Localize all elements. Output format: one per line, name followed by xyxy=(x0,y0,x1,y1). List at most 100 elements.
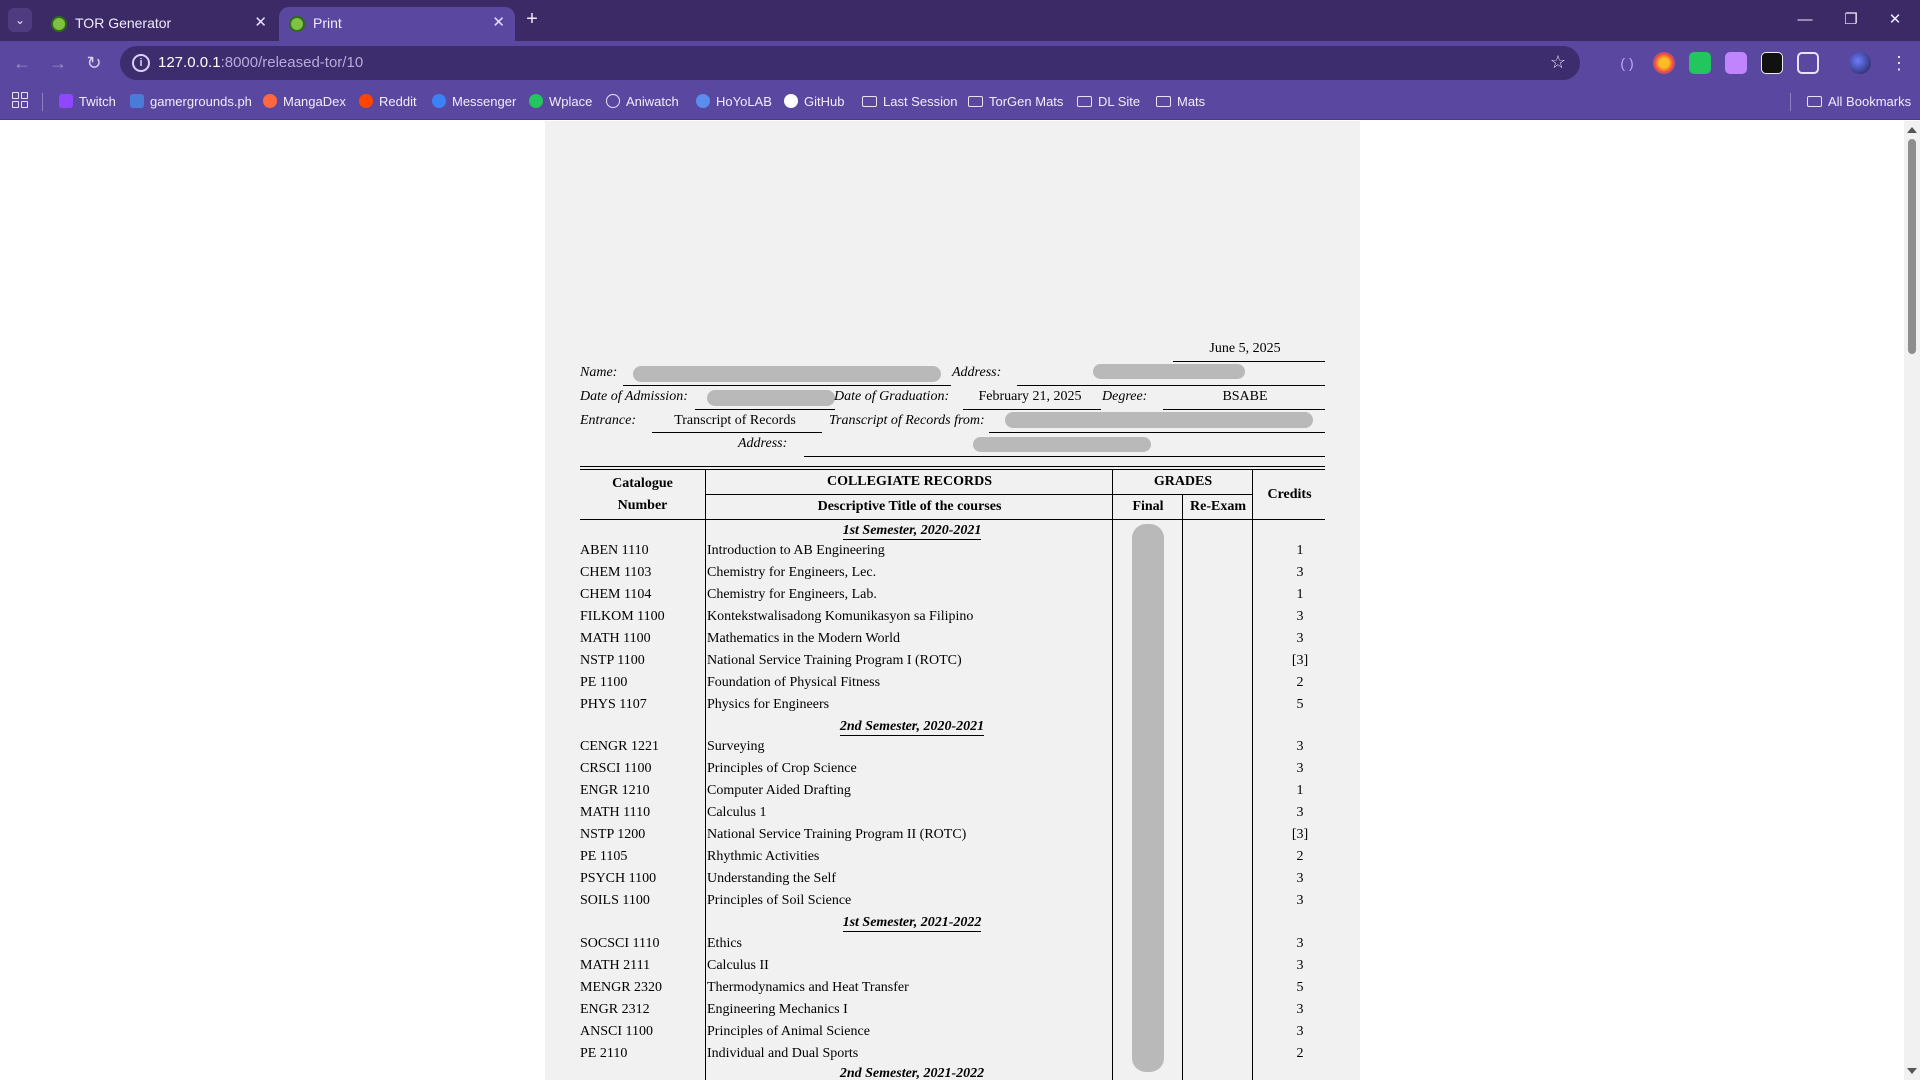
folder-icon xyxy=(862,96,877,107)
page-viewport: June 5, 2025 Name: Address: Date of Admi… xyxy=(0,121,1904,1080)
redacted-name xyxy=(633,366,941,382)
extension-puzzle-color-icon[interactable] xyxy=(1725,52,1747,74)
reload-icon[interactable]: ↻ xyxy=(82,51,106,75)
bookmark-label: Messenger xyxy=(452,94,517,109)
course-code: SOCSCI 1110 xyxy=(580,936,660,951)
course-title: Foundation of Physical Fitness xyxy=(707,675,881,690)
bookmark-github[interactable]: GitHub xyxy=(784,94,844,109)
messenger-icon xyxy=(432,94,446,108)
course-title: National Service Training Program I (ROT… xyxy=(707,653,962,668)
bookmark-hoyolab[interactable]: HoYoLAB xyxy=(696,94,772,109)
course-credits: 2 xyxy=(1296,675,1304,690)
course-code: CHEM 1103 xyxy=(580,565,652,580)
semester-heading-text: 2nd Semester, 2020-2021 xyxy=(839,719,985,736)
bookmark-gamergrounds[interactable]: gamergrounds.ph xyxy=(130,94,252,109)
bookmark-twitch[interactable]: Twitch xyxy=(59,94,116,109)
bookmark-folder-dl-site[interactable]: DL Site xyxy=(1077,94,1140,109)
degree-value: BSABE xyxy=(1222,389,1268,404)
grades-header: GRADES xyxy=(1153,474,1213,489)
extension-glasses-icon[interactable] xyxy=(1761,52,1783,74)
course-code: PE 1100 xyxy=(580,675,628,690)
url-text[interactable]: 127.0.0.1:8000/released-tor/10 xyxy=(158,54,363,71)
semester-heading-text: 2nd Semester, 2021-2022 xyxy=(839,1066,985,1080)
restore-icon[interactable]: ❐ xyxy=(1828,8,1874,32)
course-title: Individual and Dual Sports xyxy=(707,1046,859,1061)
course-credits: 3 xyxy=(1296,958,1304,973)
shield-favicon-icon xyxy=(51,16,67,32)
scroll-down-arrow-icon[interactable] xyxy=(1907,1068,1917,1074)
tab-tor-generator[interactable]: TOR Generator ✕ xyxy=(41,7,277,41)
scroll-up-arrow-icon[interactable] xyxy=(1907,127,1917,133)
minimize-icon[interactable]: — xyxy=(1782,8,1828,32)
extension-color-icon[interactable] xyxy=(1653,52,1675,74)
extension-brackets-icon[interactable]: ( ) xyxy=(1616,52,1638,74)
bookmark-messenger[interactable]: Messenger xyxy=(432,94,516,109)
tab-search-button[interactable]: ⌄ xyxy=(8,8,32,32)
bookmark-label: Wplace xyxy=(549,94,593,109)
course-credits: 5 xyxy=(1296,697,1304,712)
forward-icon[interactable]: → xyxy=(46,51,70,75)
table-row: PHYS 1107 Physics for Engineers 5 xyxy=(580,695,1325,717)
table-row: CHEM 1103 Chemistry for Engineers, Lec. 3 xyxy=(580,563,1325,585)
course-title: Chemistry for Engineers, Lec. xyxy=(707,565,877,580)
semester-heading-text: 1st Semester, 2020-2021 xyxy=(842,523,982,540)
course-code: MATH 2111 xyxy=(580,958,651,973)
course-title: Ethics xyxy=(707,936,742,951)
course-code: PSYCH 1100 xyxy=(580,871,657,886)
window-close-icon[interactable]: ✕ xyxy=(1872,8,1918,32)
bookmark-folder-last-session[interactable]: Last Session xyxy=(862,94,957,109)
redacted-admission-date xyxy=(707,390,835,406)
date-underline xyxy=(1173,361,1325,362)
site-info-icon[interactable]: i xyxy=(132,54,150,72)
tab-print[interactable]: Print ✕ xyxy=(279,7,515,41)
course-credits: [3] xyxy=(1291,653,1309,668)
bookmark-wplace[interactable]: Wplace xyxy=(529,94,592,109)
course-credits: 3 xyxy=(1296,761,1304,776)
course-title: National Service Training Program II (RO… xyxy=(707,827,967,842)
table-row: ENGR 2312 Engineering Mechanics I 3 xyxy=(580,1000,1325,1022)
bookmark-folder-mats[interactable]: Mats xyxy=(1156,94,1205,109)
course-code: CENGR 1221 xyxy=(580,739,659,754)
bookmark-star-icon[interactable]: ☆ xyxy=(1550,52,1566,73)
profile-avatar-icon[interactable] xyxy=(1849,52,1871,74)
course-credits: 3 xyxy=(1296,609,1304,624)
twitch-icon xyxy=(59,94,73,108)
new-tab-button[interactable]: + xyxy=(520,8,544,32)
folder-icon xyxy=(1077,96,1092,107)
extension-android-icon[interactable] xyxy=(1689,52,1711,74)
scrollbar-thumb[interactable] xyxy=(1908,139,1916,354)
all-bookmarks-button[interactable]: All Bookmarks xyxy=(1807,94,1911,109)
course-credits: [3] xyxy=(1291,827,1309,842)
course-code: NSTP 1200 xyxy=(580,827,646,842)
course-code: PE 2110 xyxy=(580,1046,628,1061)
page-scrollbar[interactable] xyxy=(1904,121,1920,1080)
table-row: CHEM 1104 Chemistry for Engineers, Lab. 1 xyxy=(580,585,1325,607)
gamergrounds-icon xyxy=(130,94,144,108)
course-title: Calculus II xyxy=(707,958,769,973)
bookmark-folder-torgen-mats[interactable]: TorGen Mats xyxy=(968,94,1063,109)
semester-heading: 2nd Semester, 2021-2022 xyxy=(707,1066,1117,1080)
entrance-label: Entrance: xyxy=(580,413,636,428)
course-credits: 3 xyxy=(1296,1024,1304,1039)
bookmark-label: gamergrounds.ph xyxy=(150,94,252,109)
course-credits: 3 xyxy=(1296,936,1304,951)
table-row: SOILS 1100 Principles of Soil Science 3 xyxy=(580,891,1325,913)
semester-heading: 1st Semester, 2020-2021 xyxy=(707,523,1117,540)
bookmark-label: GitHub xyxy=(804,94,845,109)
close-tab-icon[interactable]: ✕ xyxy=(492,13,505,31)
more-menu-icon[interactable]: ⋮ xyxy=(1888,52,1910,74)
back-icon[interactable]: ← xyxy=(10,51,34,75)
tab-strip: ⌄ TOR Generator ✕ Print ✕ + — ❐ ✕ xyxy=(0,0,1920,41)
course-title: Surveying xyxy=(707,739,765,754)
tab-title: Print xyxy=(313,15,342,31)
close-tab-icon[interactable]: ✕ xyxy=(254,13,267,31)
course-title: Introduction to AB Engineering xyxy=(707,543,885,558)
apps-grid-icon[interactable] xyxy=(12,92,28,108)
extensions-puzzle-icon[interactable] xyxy=(1797,52,1819,74)
bookmark-aniwatch[interactable]: Aniwatch xyxy=(606,94,679,109)
final-header: Final xyxy=(1132,499,1164,514)
address-bar[interactable]: i 127.0.0.1:8000/released-tor/10 ☆ xyxy=(120,46,1580,80)
bookmark-mangadex[interactable]: MangaDex xyxy=(263,94,346,109)
bookmark-label: Last Session xyxy=(883,94,958,109)
bookmark-reddit[interactable]: Reddit xyxy=(359,94,417,109)
